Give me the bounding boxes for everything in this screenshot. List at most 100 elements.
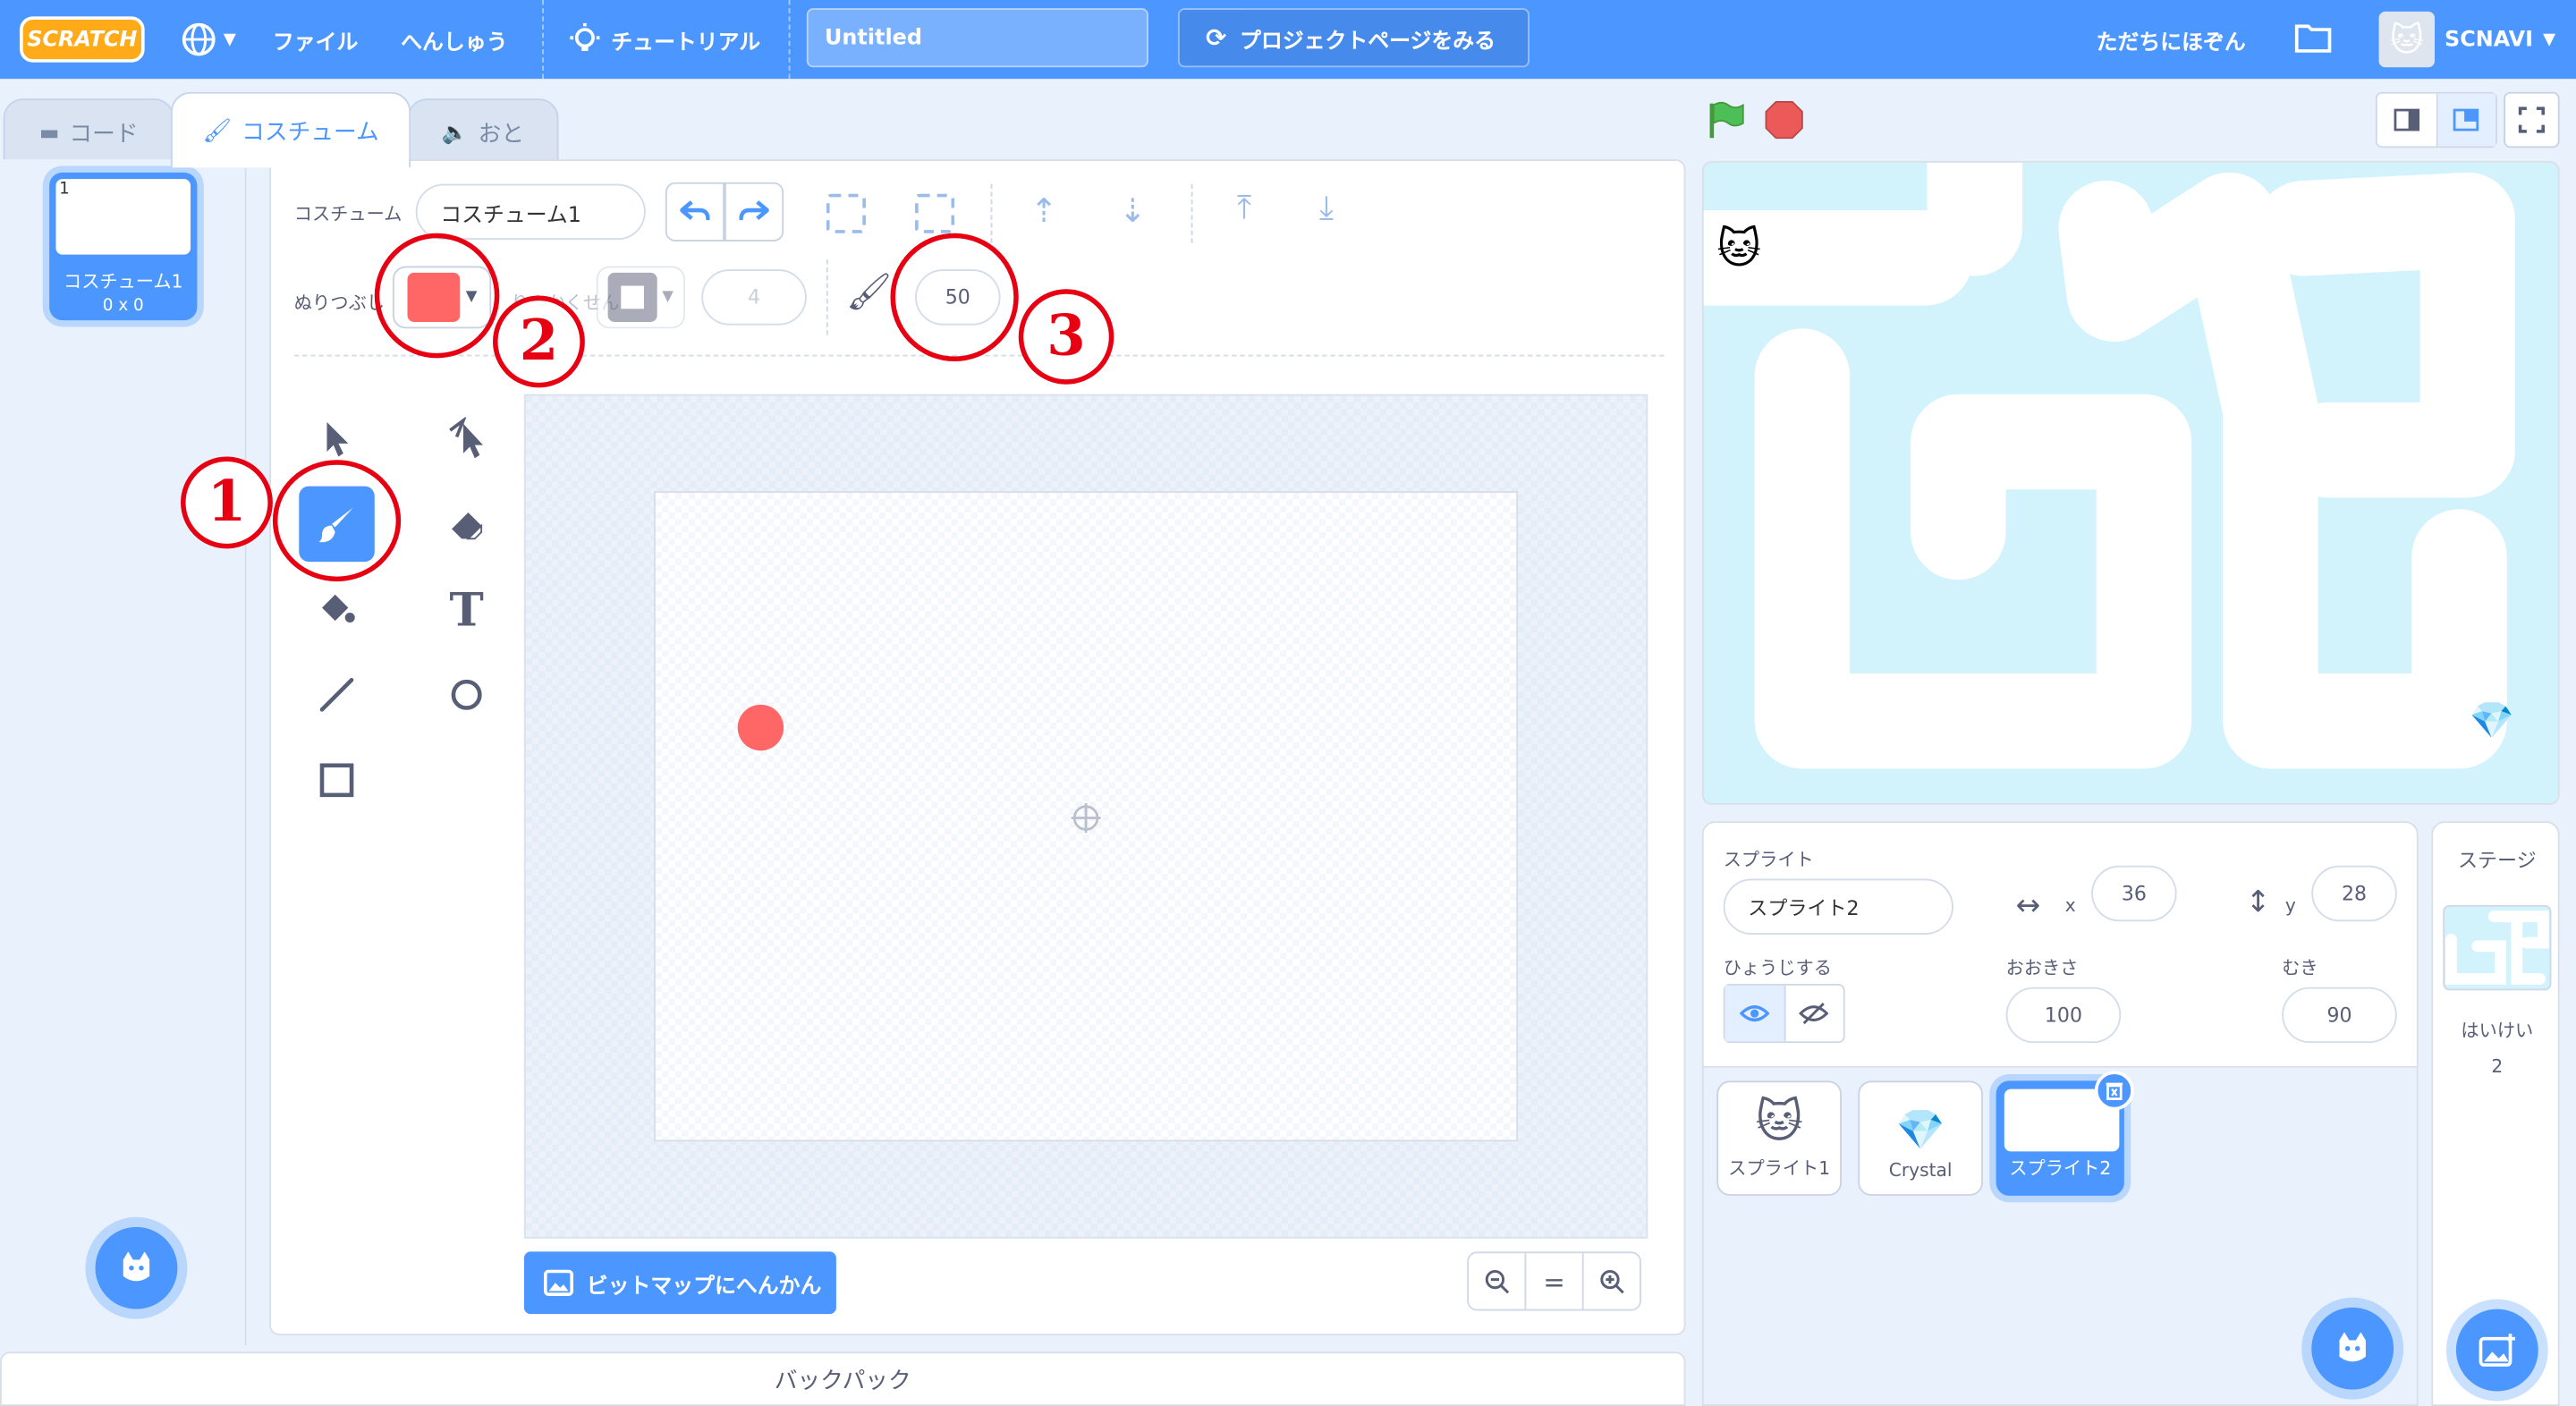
direction-label: むき	[2282, 957, 2318, 979]
project-page-button[interactable]: ⟳ プロジェクトページをみる	[1177, 8, 1530, 68]
x-input[interactable]: 36	[2091, 865, 2177, 922]
outline-color-swatch	[607, 272, 657, 322]
tab-code[interactable]: ▬ コード	[3, 98, 174, 168]
annotation-ring-brush	[272, 460, 402, 582]
size-input[interactable]: 100	[2005, 987, 2122, 1044]
painted-dot	[737, 704, 784, 751]
front-icon[interactable]: ⤒	[1237, 187, 1251, 226]
stop-button[interactable]	[1765, 100, 1808, 143]
backpack[interactable]: バックパック	[0, 1351, 1686, 1406]
small-stage-icon	[2394, 108, 2419, 131]
stage[interactable]: 🐱 💎	[1701, 160, 2560, 805]
fill-tool[interactable]	[299, 572, 374, 647]
sprite-tile[interactable]: 🐱 スプライト1	[1716, 1080, 1842, 1196]
show-button[interactable]	[1724, 985, 1785, 1042]
annotation-ring-fill	[374, 233, 500, 359]
show-label: ひょうじする	[1723, 957, 1832, 979]
line-tool[interactable]	[299, 657, 374, 733]
sprite-list: 🐱 スプライト1 💎 Crystal スプライト2	[1701, 1067, 2419, 1406]
backdrops-label: はいけい	[2461, 1020, 2534, 1042]
large-stage-button[interactable]	[2436, 93, 2496, 147]
folder-icon[interactable]	[2293, 21, 2333, 55]
trash-icon	[2106, 1082, 2123, 1100]
paint-bucket-icon	[321, 594, 355, 623]
tutorial-button[interactable]: チュートリアル	[569, 0, 760, 79]
tab-sound[interactable]: 🔈 おと	[407, 98, 559, 168]
redo-button[interactable]	[724, 182, 784, 241]
hide-button[interactable]	[1785, 986, 1843, 1041]
drawing-canvas[interactable]	[654, 491, 1519, 1142]
costume-size: 0 x 0	[102, 297, 144, 316]
scratch-logo[interactable]: SCRATCH	[20, 16, 145, 63]
center-crosshair-icon	[1071, 803, 1101, 834]
sprite-tile-label: スプライト2	[2009, 1157, 2112, 1180]
costume-name-input[interactable]: コスチューム1	[415, 183, 646, 241]
sprite-tile[interactable]: 💎 Crystal	[1858, 1080, 1983, 1196]
direction-input[interactable]: 90	[2282, 987, 2397, 1044]
sprite-name-input[interactable]: スプライト2	[1723, 878, 1953, 935]
eraser-tool[interactable]	[428, 487, 504, 562]
backward-icon[interactable]: ⇣	[1119, 191, 1147, 230]
visibility-toggle	[1723, 984, 1845, 1044]
undo-button[interactable]	[665, 182, 724, 241]
edit-menu[interactable]: へんしゅう	[401, 0, 507, 79]
convert-bitmap-button[interactable]: ビットマップにへんかん	[523, 1251, 836, 1315]
sprite-tile-label: Crystal	[1888, 1159, 1953, 1182]
file-menu[interactable]: ファイル	[273, 0, 359, 79]
tab-costume[interactable]: 🖌 コスチューム	[171, 91, 411, 168]
cat-sprite-icon[interactable]: 🐱	[1716, 225, 1761, 275]
outline-color-picker[interactable]: ▼	[596, 266, 685, 329]
stage-size-toggle	[2375, 91, 2497, 148]
costume-number: 1	[59, 181, 70, 199]
equals-icon: =	[1543, 1265, 1565, 1297]
code-icon: ▬	[38, 120, 60, 146]
menu-bar: SCRATCH ▼ ファイル へんしゅう チュートリアル Untitled ⟳ …	[0, 0, 2576, 80]
stage-target-pane[interactable]: ステージ はいけい 2	[2431, 821, 2560, 1406]
project-title-input[interactable]: Untitled	[806, 8, 1148, 68]
image-add-icon	[2479, 1334, 2516, 1367]
canvas-area[interactable]	[523, 394, 1648, 1239]
stage-thumbnail[interactable]	[2443, 904, 2552, 991]
save-now-button[interactable]: ただちにほぞん	[2097, 0, 2246, 79]
costume-list: 1 コスチューム1 0 x 0	[0, 159, 247, 1346]
reshape-tool[interactable]	[428, 401, 504, 476]
zoom-controls: =	[1467, 1251, 1641, 1311]
zoom-out-icon	[1485, 1269, 1510, 1294]
x-label: x	[2064, 894, 2076, 917]
text-tool[interactable]: T	[428, 572, 504, 647]
account-menu[interactable]: 🐱 SCNAVI ▼	[2378, 0, 2555, 79]
zoom-out-button[interactable]	[1469, 1253, 1527, 1309]
zoom-reset-button[interactable]: =	[1526, 1253, 1584, 1309]
crystal-icon: 💎	[1895, 1106, 1945, 1154]
rectangle-tool[interactable]	[299, 742, 374, 817]
zoom-in-button[interactable]	[1584, 1253, 1640, 1309]
circle-tool[interactable]	[428, 657, 504, 733]
tab-costume-label: コスチューム	[242, 119, 379, 146]
zoom-in-icon	[1600, 1269, 1624, 1294]
choose-backdrop-button[interactable]	[2455, 1309, 2538, 1392]
choose-costume-button[interactable]	[95, 1226, 178, 1309]
eye-icon	[1739, 1005, 1769, 1022]
crystal-sprite-icon[interactable]: 💎	[2470, 701, 2514, 742]
small-stage-button[interactable]	[2377, 93, 2437, 147]
eye-slash-icon	[1799, 1003, 1829, 1025]
backdrops-count: 2	[2491, 1055, 2504, 1078]
delete-sprite-button[interactable]	[2094, 1071, 2134, 1111]
forward-icon[interactable]: ⇡	[1030, 191, 1058, 230]
fullscreen-button[interactable]	[2504, 91, 2560, 148]
costume-tile[interactable]: 1 コスチューム1 0 x 0	[49, 172, 198, 321]
choose-sprite-button[interactable]	[2311, 1307, 2394, 1390]
ungroup-icon[interactable]	[915, 193, 955, 233]
arrow-icon	[326, 421, 349, 457]
large-stage-icon	[2453, 108, 2479, 131]
outline-width-input[interactable]: 4	[701, 269, 807, 326]
green-flag-button[interactable]	[1706, 98, 1751, 144]
fullscreen-icon	[2518, 106, 2546, 133]
group-icon[interactable]	[826, 193, 866, 233]
maze-backdrop	[1703, 162, 2516, 769]
y-input[interactable]: 28	[2311, 865, 2397, 922]
back-icon[interactable]: ⤓	[1319, 187, 1334, 226]
username: SCNAVI	[2445, 27, 2534, 52]
cat-icon: 🐱	[1755, 1094, 1803, 1148]
language-menu[interactable]: ▼	[181, 0, 236, 79]
